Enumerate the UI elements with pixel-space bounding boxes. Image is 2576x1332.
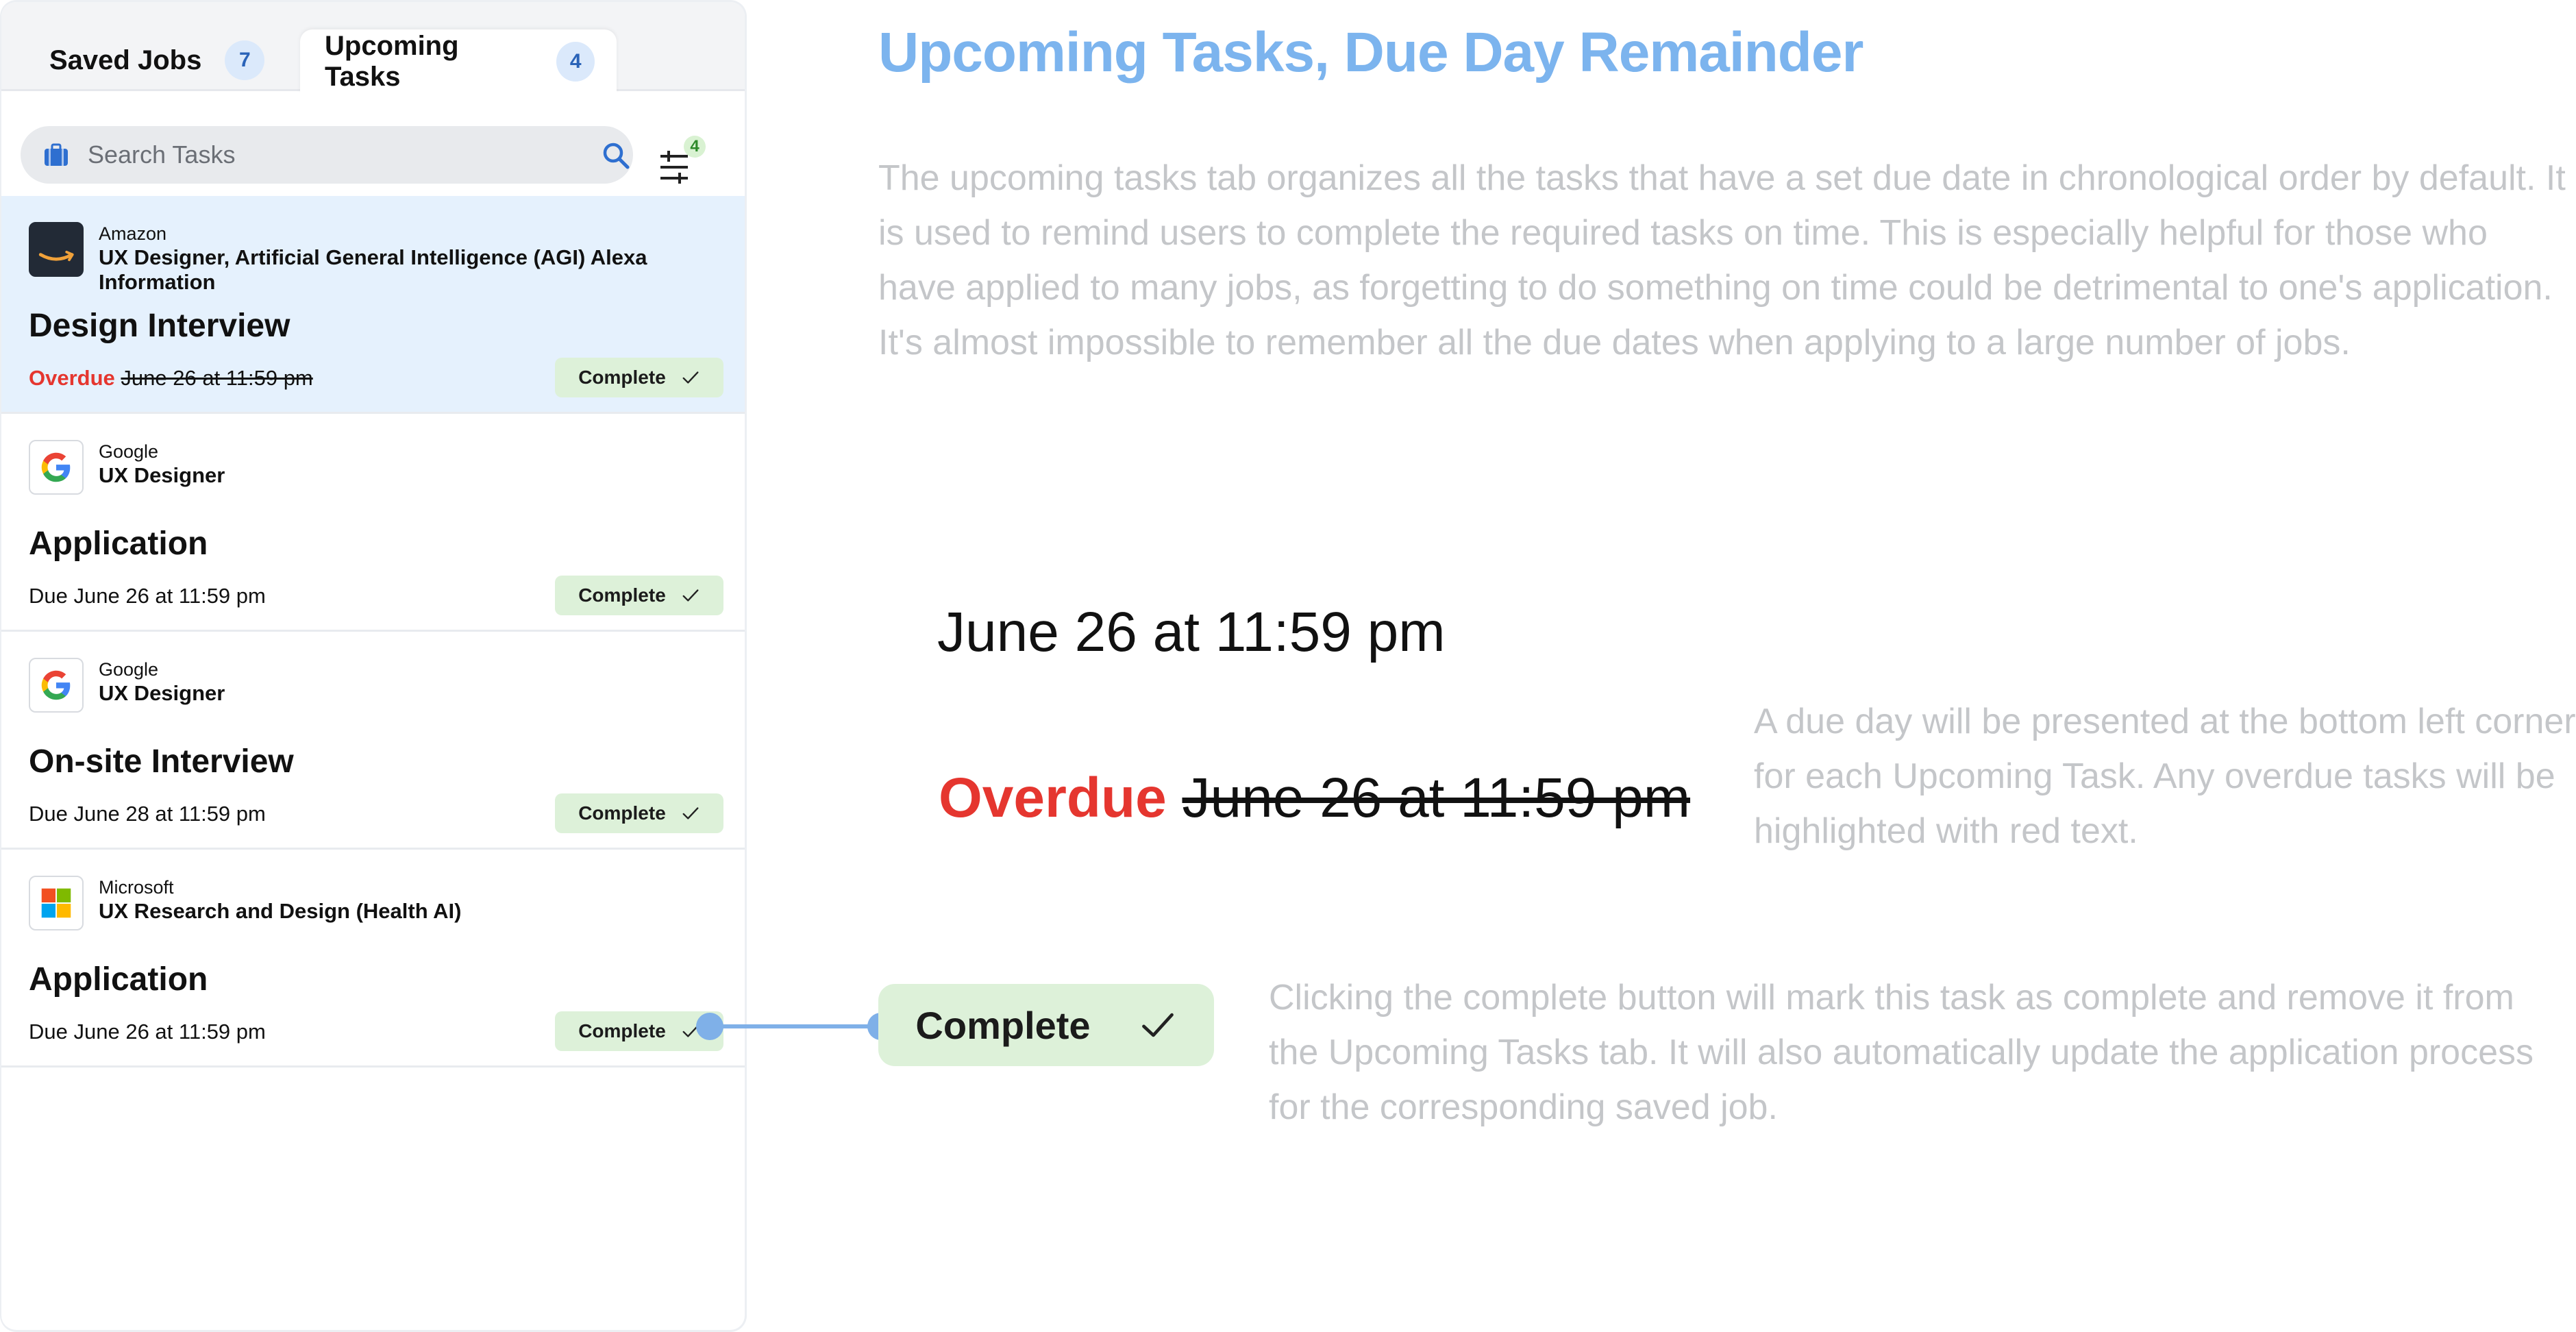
tab-label: Upcoming Tasks bbox=[325, 30, 459, 92]
overdue-label: Overdue bbox=[29, 366, 115, 390]
amazon-logo-icon bbox=[29, 222, 84, 277]
count-badge: 7 bbox=[225, 40, 265, 80]
task-name: On-site Interview bbox=[29, 743, 294, 780]
due-date-text: June 26 at 11:59 pm bbox=[73, 584, 266, 608]
complete-label: Complete bbox=[578, 1020, 666, 1041]
task-name: Application bbox=[29, 526, 208, 562]
complete-label: Complete bbox=[578, 802, 666, 824]
complete-button[interactable]: Complete bbox=[555, 358, 723, 397]
tab-bar: Saved Jobs 7 Upcoming Tasks 4 bbox=[1, 2, 745, 93]
search-input[interactable] bbox=[88, 126, 581, 184]
search-icon[interactable] bbox=[600, 140, 632, 171]
annotation-title: Upcoming Tasks, Due Day Remainder bbox=[878, 21, 1863, 84]
overdue-date-text: June 26 at 11:59 pm bbox=[1182, 767, 1691, 829]
due-date-text: June 28 at 11:59 pm bbox=[73, 802, 266, 826]
company-name: Amazon bbox=[99, 223, 167, 244]
example-due-date: June 26 at 11:59 pm bbox=[937, 601, 1446, 663]
complete-label: Complete bbox=[578, 584, 666, 606]
example-complete-button[interactable]: Complete bbox=[878, 984, 1214, 1066]
search-row: 4 bbox=[1, 93, 745, 196]
filter-button[interactable]: 4 bbox=[656, 136, 706, 190]
due-date-text: June 26 at 11:59 pm bbox=[73, 1020, 266, 1044]
job-title: UX Research and Design (Health AI) bbox=[99, 899, 462, 923]
complete-button-description: Clicking the complete button will mark t… bbox=[1269, 978, 2534, 1127]
intro-description: The upcoming tasks tab organizes all the… bbox=[878, 158, 2566, 362]
task-card[interactable]: Microsoft UX Research and Design (Health… bbox=[1, 850, 745, 1068]
due-prefix: Due bbox=[29, 584, 68, 608]
filter-count-badge: 4 bbox=[684, 136, 706, 158]
task-card[interactable]: Amazon UX Designer, Artificial General I… bbox=[1, 196, 745, 414]
company-name: Google bbox=[99, 441, 159, 462]
complete-button[interactable]: Complete bbox=[555, 576, 723, 615]
task-name: Design Interview bbox=[29, 308, 290, 344]
example-overdue-date: Overdue June 26 at 11:59 pm bbox=[939, 766, 1690, 830]
tab-saved-jobs[interactable]: Saved Jobs 7 bbox=[25, 29, 286, 91]
due-date: Due June 26 at 11:59 pm bbox=[29, 1020, 266, 1044]
due-prefix: Due bbox=[29, 1020, 68, 1044]
tab-upcoming-tasks[interactable]: Upcoming Tasks 4 bbox=[300, 29, 617, 93]
complete-label: Complete bbox=[915, 1003, 1091, 1047]
checkmark-icon bbox=[682, 371, 699, 384]
job-title: UX Designer, Artificial General Intellig… bbox=[99, 245, 647, 294]
task-name: Application bbox=[29, 961, 208, 998]
task-card[interactable]: Google UX Designer Application Due June … bbox=[1, 414, 745, 632]
job-title: UX Designer bbox=[99, 463, 225, 487]
due-prefix: Due bbox=[29, 802, 68, 826]
briefcase-icon bbox=[45, 143, 68, 166]
overdue-label: Overdue bbox=[939, 767, 1167, 829]
due-date-description: A due day will be presented at the botto… bbox=[1754, 702, 2576, 851]
microsoft-logo-icon bbox=[29, 876, 84, 930]
upcoming-tasks-panel: Saved Jobs 7 Upcoming Tasks 4 Search Tas… bbox=[0, 0, 747, 1332]
due-date: Overdue June 26 at 11:59 pm bbox=[29, 366, 313, 391]
company-name: Google bbox=[99, 659, 159, 680]
checkmark-icon bbox=[1141, 1013, 1174, 1037]
due-date-text: June 26 at 11:59 pm bbox=[121, 366, 313, 390]
search-bar bbox=[21, 126, 633, 184]
tab-label: Saved Jobs bbox=[49, 45, 202, 75]
google-logo-icon bbox=[29, 658, 84, 713]
job-title: UX Designer bbox=[99, 681, 225, 705]
checkmark-icon bbox=[682, 589, 699, 602]
canvas: Saved Jobs 7 Upcoming Tasks 4 Search Tas… bbox=[0, 0, 2576, 1332]
complete-button[interactable]: Complete bbox=[555, 793, 723, 833]
due-date: Due June 28 at 11:59 pm bbox=[29, 802, 266, 826]
checkmark-icon bbox=[682, 807, 699, 819]
company-name: Microsoft bbox=[99, 877, 174, 898]
task-card[interactable]: Google UX Designer On-site Interview Due… bbox=[1, 632, 745, 850]
count-badge: 4 bbox=[556, 41, 595, 82]
due-date: Due June 26 at 11:59 pm bbox=[29, 584, 266, 608]
google-logo-icon bbox=[29, 440, 84, 495]
complete-label: Complete bbox=[578, 367, 666, 388]
